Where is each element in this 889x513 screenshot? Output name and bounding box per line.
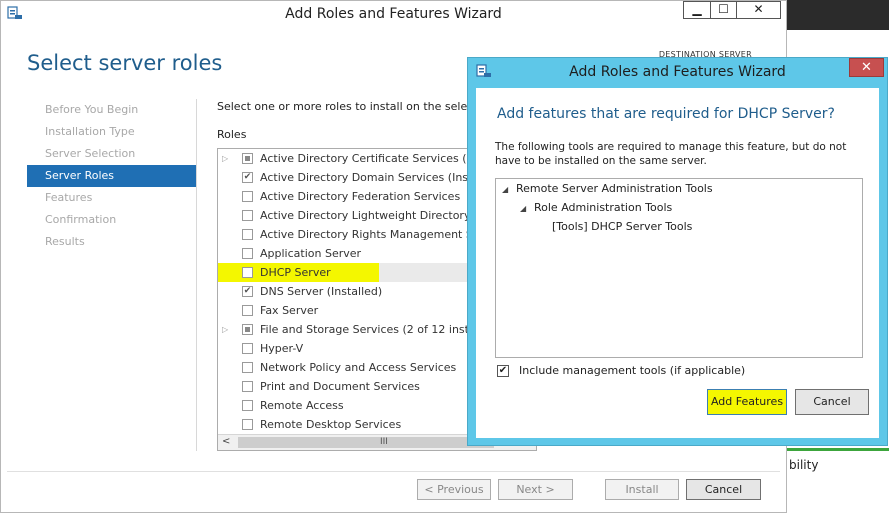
tree-item-label: Remote Server Administration Tools (516, 182, 713, 195)
role-checkbox[interactable] (242, 210, 253, 221)
previous-button[interactable]: < Previous (417, 479, 491, 500)
tree-item-label: Role Administration Tools (534, 201, 673, 214)
wizard-nav: Before You Begin Installation Type Server … (27, 99, 197, 253)
role-label: Active Directory Federation Services (260, 190, 461, 203)
dialog-body: Add features that are required for DHCP … (476, 88, 879, 438)
role-label: Hyper-V (260, 342, 304, 355)
role-checkbox[interactable] (242, 267, 253, 278)
install-button[interactable]: Install (605, 479, 679, 500)
nav-item-features[interactable]: Features (27, 187, 197, 209)
include-management-tools-label: Include management tools (if applicable) (519, 364, 746, 377)
tree-item-label: [Tools] DHCP Server Tools (552, 220, 693, 233)
role-checkbox[interactable] (242, 343, 253, 354)
role-label: Remote Desktop Services (260, 418, 402, 431)
nav-item-server-selection[interactable]: Server Selection (27, 143, 197, 165)
background-green-line (787, 448, 889, 451)
role-label: Active Directory Lightweight Directory S (260, 209, 481, 222)
role-checkbox[interactable] (242, 305, 253, 316)
page-title: Select server roles (27, 51, 223, 75)
roles-heading: Roles (217, 128, 247, 141)
role-label: Active Directory Certificate Services (2… (260, 152, 484, 165)
role-checkbox[interactable] (242, 229, 253, 240)
next-button[interactable]: Next > (498, 479, 573, 500)
role-label: Remote Access (260, 399, 344, 412)
tree-item[interactable]: [Tools] DHCP Server Tools (538, 220, 692, 233)
collapse-arrow-icon[interactable]: ◢ (502, 185, 516, 194)
scrollbar-thumb[interactable]: III (238, 437, 494, 448)
collapse-arrow-icon[interactable]: ◢ (520, 204, 534, 213)
include-management-tools-checkbox[interactable]: ✔ (497, 365, 509, 377)
expand-arrow-icon[interactable]: ▷ (222, 320, 228, 339)
role-label: File and Storage Services (2 of 12 insta… (260, 323, 482, 336)
footer-divider (7, 471, 780, 472)
add-features-dialog: Add Roles and Features Wizard ✕ Add feat… (467, 57, 888, 446)
role-label: Print and Document Services (260, 380, 420, 393)
role-checkbox[interactable] (242, 381, 253, 392)
scroll-left-arrow[interactable]: < (222, 436, 230, 447)
role-label: DHCP Server (260, 266, 331, 279)
scrollbar-grip: III (380, 437, 388, 447)
dialog-close-button[interactable]: ✕ (849, 58, 884, 77)
role-label: DNS Server (Installed) (260, 285, 383, 298)
title-bar[interactable]: Add Roles and Features Wizard ▁ ☐ ✕ (1, 1, 786, 27)
dialog-heading: Add features that are required for DHCP … (497, 106, 835, 122)
role-checkbox[interactable] (242, 153, 253, 164)
role-checkbox[interactable] (242, 362, 253, 373)
required-features-tree[interactable]: ◢ Remote Server Administration Tools ◢ Role… (495, 178, 863, 358)
nav-item-results[interactable]: Results (27, 231, 197, 253)
role-label: Network Policy and Access Services (260, 361, 457, 374)
add-features-button[interactable]: Add Features (707, 389, 787, 415)
role-label: Active Directory Domain Services (Instal (260, 171, 483, 184)
role-label: Active Directory Rights Management Se (260, 228, 480, 241)
background-text: bility (789, 458, 819, 472)
window-title: Add Roles and Features Wizard (285, 6, 502, 22)
role-checkbox[interactable]: ✔ (242, 286, 253, 297)
maximize-button[interactable]: ☐ (710, 1, 737, 19)
roles-instruction: Select one or more roles to install on t… (217, 100, 485, 113)
nav-item-installation-type[interactable]: Installation Type (27, 121, 197, 143)
background-header (787, 0, 889, 30)
role-checkbox[interactable] (242, 191, 253, 202)
minimize-button[interactable]: ▁ (683, 1, 711, 19)
role-checkbox[interactable]: ✔ (242, 172, 253, 183)
dialog-title: Add Roles and Features Wizard (569, 64, 786, 80)
nav-divider (196, 99, 197, 451)
nav-item-confirmation[interactable]: Confirmation (27, 209, 197, 231)
role-label: Fax Server (260, 304, 319, 317)
dialog-description: The following tools are required to mana… (495, 141, 847, 167)
cancel-button[interactable]: Cancel (686, 479, 761, 500)
tree-item[interactable]: ◢ Remote Server Administration Tools (502, 182, 713, 195)
expand-arrow-icon[interactable]: ▷ (222, 149, 228, 168)
role-checkbox[interactable] (242, 400, 253, 411)
role-checkbox[interactable] (242, 248, 253, 259)
role-checkbox[interactable] (242, 419, 253, 430)
nav-item-before-you-begin[interactable]: Before You Begin (27, 99, 197, 121)
close-button[interactable]: ✕ (736, 1, 781, 19)
tree-item[interactable]: ◢ Role Administration Tools (520, 201, 672, 214)
role-checkbox[interactable] (242, 324, 253, 335)
role-label: Application Server (260, 247, 362, 260)
nav-item-server-roles[interactable]: Server Roles (27, 165, 197, 187)
dialog-cancel-button[interactable]: Cancel (795, 389, 869, 415)
